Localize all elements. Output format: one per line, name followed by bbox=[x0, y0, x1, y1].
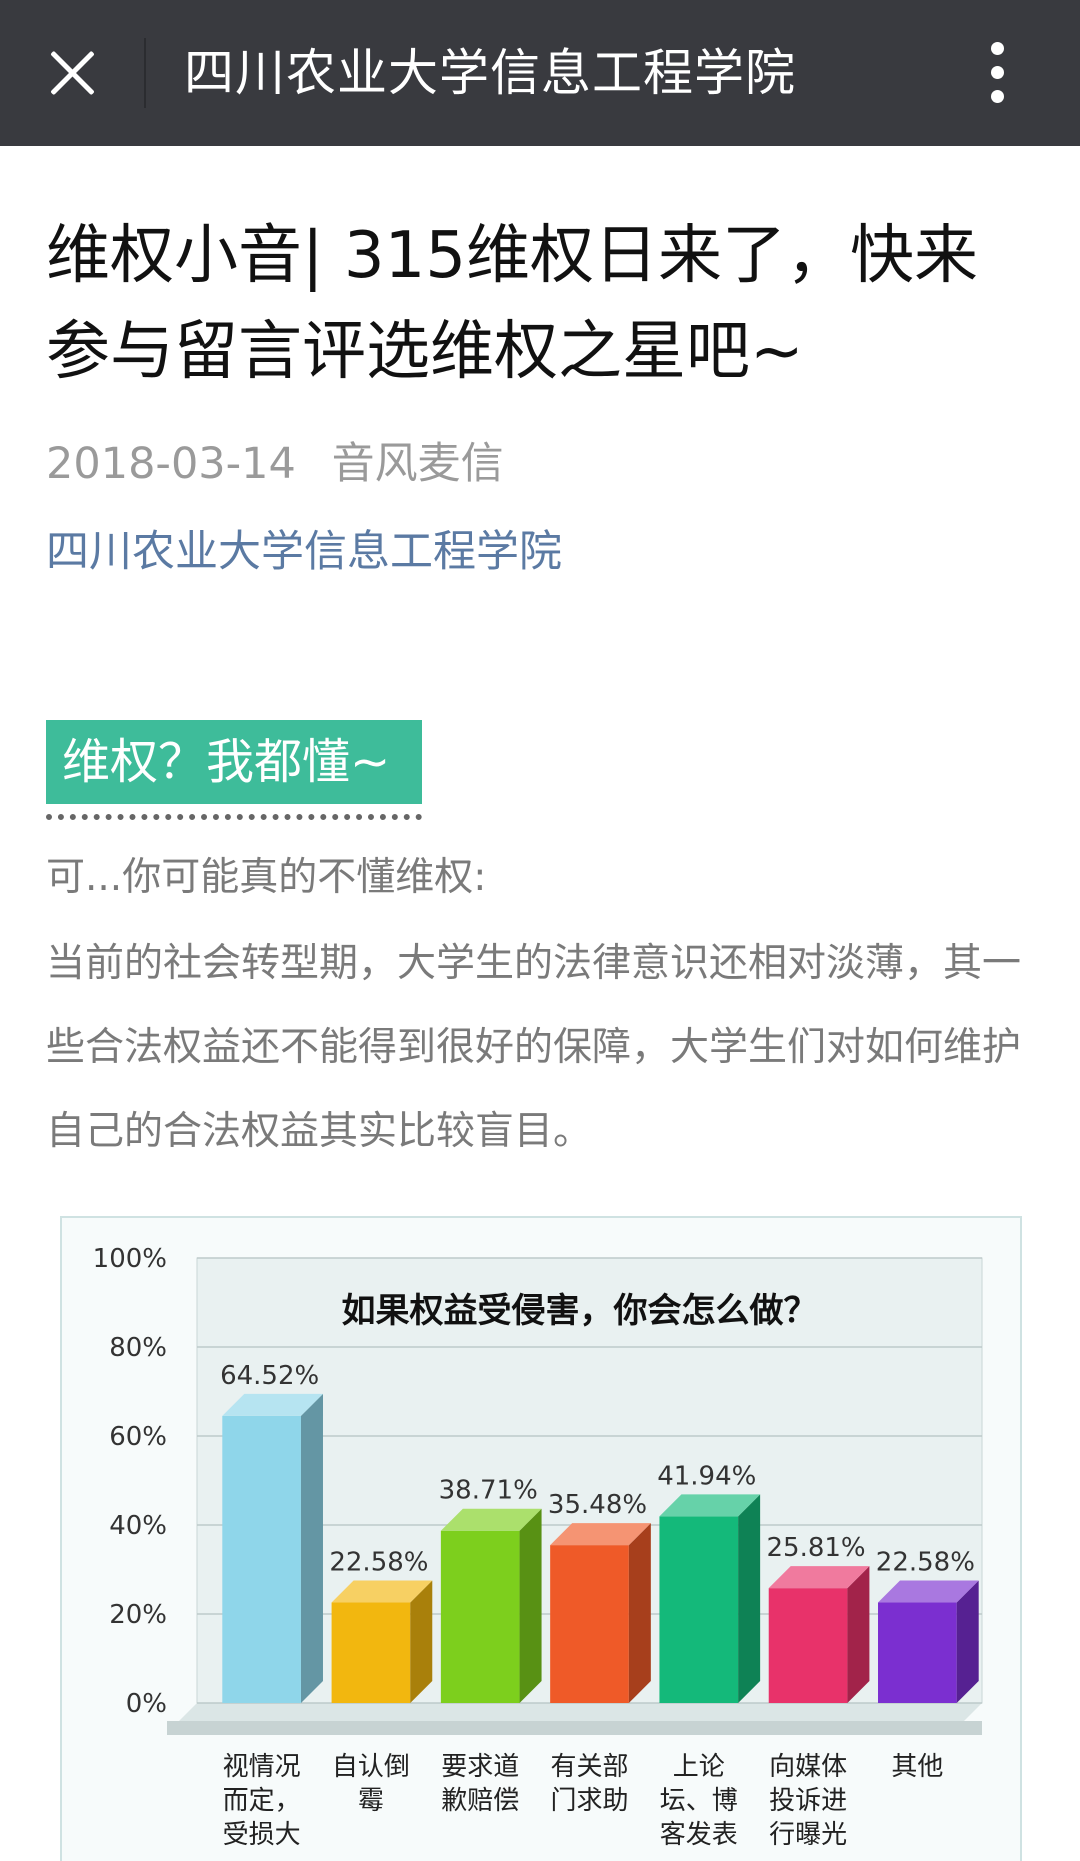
close-icon[interactable] bbox=[40, 40, 104, 104]
chart-floor bbox=[179, 1703, 982, 1721]
bar bbox=[550, 1545, 629, 1703]
x-category-label: 行曝光 bbox=[769, 1820, 847, 1850]
bar-value-label: 41.94% bbox=[657, 1461, 756, 1491]
article-meta: 2018-03-14 音风麦信 bbox=[46, 436, 504, 492]
bar bbox=[659, 1516, 739, 1703]
x-category-label: 要求道 bbox=[441, 1752, 519, 1782]
y-tick-label: 80% bbox=[109, 1333, 167, 1363]
bar-value-label: 35.48% bbox=[548, 1490, 647, 1520]
x-category-label: 霉 bbox=[358, 1786, 384, 1816]
x-category-label: 客发表 bbox=[660, 1820, 738, 1850]
section-tag: 维权？我都懂~ bbox=[46, 720, 422, 804]
bar-side bbox=[628, 1523, 651, 1703]
x-category-label: 坛、博 bbox=[660, 1786, 738, 1816]
bar-value-label: 25.81% bbox=[767, 1533, 866, 1563]
x-category-label: 受损大 bbox=[223, 1820, 301, 1850]
y-tick-label: 100% bbox=[93, 1244, 167, 1274]
bar bbox=[768, 1588, 848, 1703]
chart-title: 如果权益受侵害，你会怎么做？ bbox=[342, 1291, 818, 1331]
nav-title: 四川农业大学信息工程学院 bbox=[184, 44, 796, 102]
y-tick-label: 0% bbox=[126, 1689, 167, 1719]
dotted-divider bbox=[46, 814, 422, 820]
x-category-label: 有关部 bbox=[550, 1752, 628, 1782]
bar-value-label: 22.58% bbox=[329, 1548, 428, 1578]
y-tick-label: 20% bbox=[109, 1600, 167, 1630]
x-category-label: 门求助 bbox=[550, 1786, 628, 1816]
x-category-label: 视情况 bbox=[223, 1752, 301, 1782]
x-category-label: 其他 bbox=[891, 1752, 943, 1782]
more-vertical-icon[interactable] bbox=[978, 36, 1018, 110]
author-name: 音风麦信 bbox=[331, 439, 504, 489]
publish-date: 2018-03-14 bbox=[46, 439, 296, 489]
chart-base bbox=[167, 1721, 982, 1735]
bar-value-label: 38.71% bbox=[439, 1476, 538, 1506]
bar bbox=[331, 1602, 411, 1703]
x-category-label: 向媒体 bbox=[769, 1752, 847, 1782]
account-link[interactable]: 四川农业大学信息工程学院 bbox=[46, 524, 562, 580]
bar-side bbox=[300, 1393, 323, 1703]
nav-divider bbox=[144, 38, 146, 108]
bar-side bbox=[738, 1494, 761, 1703]
paragraph-body: 当前的社会转型期，大学生的法律意识还相对淡薄，其一些合法权益还不能得到很好的保障… bbox=[46, 941, 1022, 1154]
x-category-label: 上论 bbox=[673, 1752, 725, 1782]
bar bbox=[440, 1530, 520, 1703]
bar-value-label: 22.58% bbox=[876, 1548, 975, 1578]
bar-value-label: 64.52% bbox=[220, 1361, 319, 1391]
y-tick-label: 40% bbox=[109, 1511, 167, 1541]
paragraph-intro: 可...你可能真的不懂维权: bbox=[46, 855, 487, 900]
article-title: 维权小音| 315维权日来了，快来参与留言评选维权之星吧~ bbox=[46, 219, 979, 389]
bar-side bbox=[519, 1508, 542, 1703]
chart-svg: 100% 80% 60% 40% 20% 0% 如果权益受侵害，你会怎么做？ 64.52% 视情… bbox=[93, 1244, 983, 1850]
x-category-label: 投诉进 bbox=[769, 1786, 847, 1816]
x-category-label: 自认倒 bbox=[332, 1752, 410, 1782]
x-category-label: 而定， bbox=[223, 1786, 301, 1816]
survey-bar-chart: 100% 80% 60% 40% 20% 0% 如果权益受侵害，你会怎么做？ 64.52% 视情… bbox=[60, 1216, 1022, 1861]
y-tick-label: 60% bbox=[109, 1422, 167, 1452]
bar-side bbox=[847, 1566, 870, 1703]
bar bbox=[222, 1415, 301, 1703]
top-nav-bar: 四川农业大学信息工程学院 bbox=[0, 0, 1080, 146]
bar bbox=[878, 1602, 957, 1703]
x-category-label: 歉赔偿 bbox=[441, 1786, 519, 1816]
